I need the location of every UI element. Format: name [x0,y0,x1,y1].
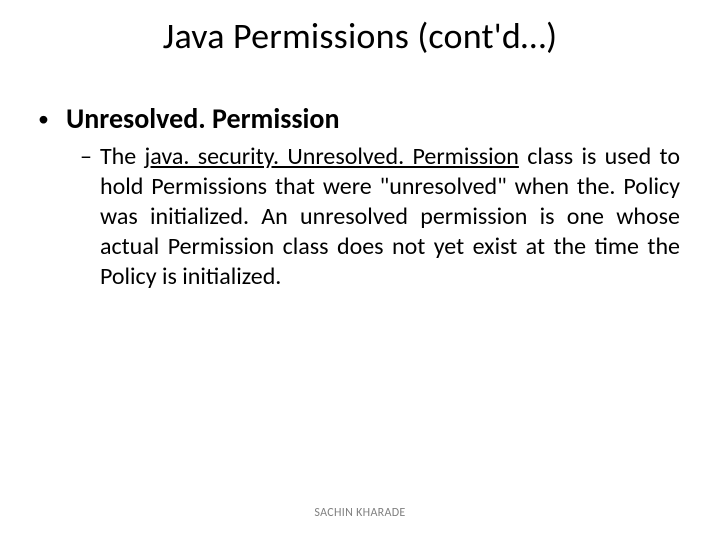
slide: Java Permissions (cont'd…) • Unresolved.… [0,0,720,540]
bullet-level-1: • Unresolved. Permission [38,102,680,136]
sub-text-prefix: The [100,142,145,171]
slide-footer: SACHIN KHARADE [0,506,720,520]
sub-text-underlined: java. security. Unresolved. Permission [145,142,519,171]
slide-title: Java Permissions (cont'd…) [0,14,720,58]
sub-bullet-text: The java. security. Unresolved. Permissi… [100,142,680,292]
bullet-dot-icon: • [38,102,66,136]
bullet-heading: Unresolved. Permission [66,102,340,136]
dash-icon: – [80,142,100,172]
bullet-level-2: – The java. security. Unresolved. Permis… [38,142,680,292]
slide-body: • Unresolved. Permission – The java. sec… [38,102,680,292]
